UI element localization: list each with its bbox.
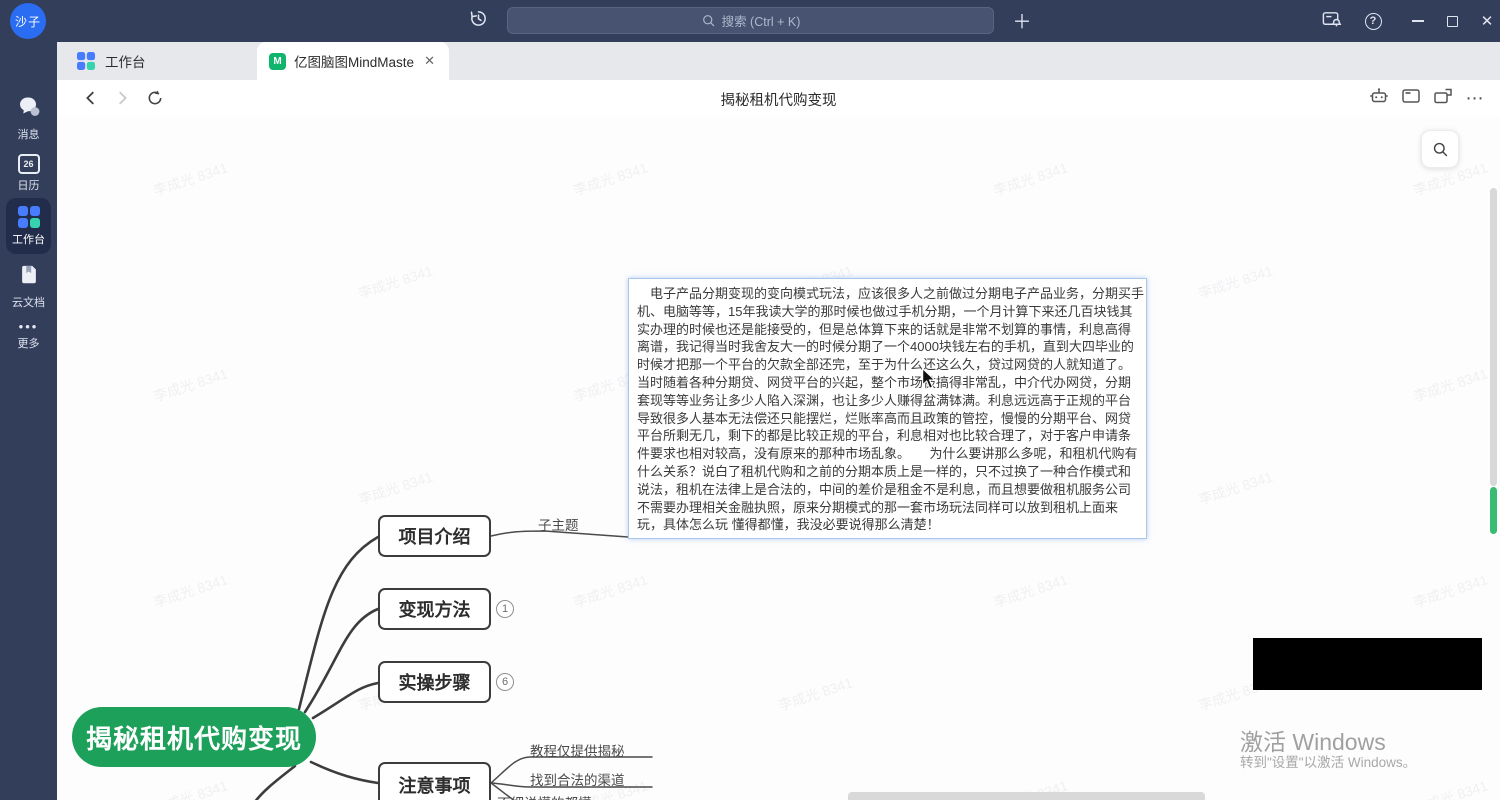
maximize-icon: [1447, 16, 1458, 27]
search-input[interactable]: 搜索 (Ctrl + K): [507, 7, 994, 34]
history-icon: [469, 9, 488, 33]
detail-line: 说法，租机在法律上是合法的，中间的差价是租金不是利息，而且想要做租机服务公司: [637, 481, 1138, 499]
sidebar: 消息 26 日历 工作台 云文档 ••• 更多: [0, 42, 57, 800]
vertical-scrollbar-thumb[interactable]: [1490, 188, 1497, 486]
app-window: 沙子 搜索 (Ctrl + K) ＋: [0, 0, 1500, 800]
detail-line: 导致很多人基本无法偿还只能摆烂，烂账率高而且政策的管控，慢慢的分期平台、网贷: [637, 410, 1138, 428]
detail-line: 玩，具体怎么玩 懂得都懂，我没必要说得那么清楚！: [637, 516, 1138, 534]
sidebar-item-calendar[interactable]: 26 日历: [0, 154, 57, 193]
detail-line: 平台所剩无几，剩下的都是比较正规的平台，利息相对也比较合理了，对于客户申请条: [637, 427, 1138, 445]
note-node[interactable]: 教程仅提供揭秘: [530, 740, 625, 760]
canvas-search-button[interactable]: [1421, 130, 1459, 168]
windows-activation-subtitle: 转到"设置"以激活 Windows。: [1240, 751, 1416, 771]
topic-node-notes[interactable]: 注意事项: [378, 762, 491, 800]
sidebar-item-clouddocs[interactable]: 云文档: [0, 264, 57, 310]
panel-bell-icon: [1321, 9, 1342, 34]
detail-line: 电子产品分期变现的变向模式玩法，应该很多人之前做过分期电子产品业务，分期买手: [637, 285, 1138, 303]
sidebar-item-label: 工作台: [12, 231, 45, 247]
detail-line: 机、电脑等等，15年我读大学的那时候也做过手机分期，一个月计算下来还几百块钱其: [637, 303, 1138, 321]
top-bar: 沙子 搜索 (Ctrl + K) ＋: [0, 0, 1500, 42]
tab-label: 工作台: [105, 51, 146, 71]
more-dots-icon: •••: [19, 322, 39, 332]
popout-button[interactable]: [1432, 87, 1454, 109]
search-icon: [1432, 141, 1449, 158]
workbench-notification-button[interactable]: [1318, 9, 1344, 33]
detail-line: 当时随着各种分期贷、网贷平台的兴起，整个市场被搞得非常乱，中介代办网贷，分期: [637, 374, 1138, 392]
robot-icon: [1368, 85, 1390, 112]
vertical-scrollbar-indicator[interactable]: [1490, 487, 1497, 534]
more-button[interactable]: ⋯: [1464, 87, 1486, 109]
help-button[interactable]: ?: [1362, 10, 1384, 32]
detail-text-node[interactable]: 电子产品分期变现的变向模式玩法，应该很多人之前做过分期电子产品业务，分期买手 机…: [628, 278, 1147, 539]
new-tab-button[interactable]: ＋: [1010, 8, 1034, 32]
sidebar-item-label: 更多: [18, 335, 40, 351]
detail-line: 什么关系？说白了租机代购和之前的分期本质上是一样的，只不过换了一种合作模式和: [637, 463, 1138, 481]
topic-node-steps[interactable]: 实操步骤: [378, 661, 491, 703]
detail-line: 实办理的时候也还是能接受的，但是总体算下来的话就是非常不划算的事情，利息高得: [637, 321, 1138, 339]
sidebar-item-label: 消息: [18, 126, 40, 142]
tab-label: 亿图脑图MindMaster: [294, 51, 414, 71]
mindmaster-icon: M: [269, 53, 286, 70]
ai-robot-button[interactable]: [1368, 87, 1390, 109]
note-node[interactable]: 找到合法的渠道: [530, 769, 625, 789]
page-title: 揭秘租机代购变现: [57, 89, 1500, 110]
tab-bar: 工作台 M 亿图脑图MindMaster ✕: [57, 42, 1500, 80]
tab-mindmaster[interactable]: M 亿图脑图MindMaster ✕: [257, 42, 449, 80]
horizontal-scrollbar-thumb[interactable]: [848, 792, 1205, 800]
collapse-badge[interactable]: 1: [496, 600, 514, 618]
chat-bubbles-icon: [16, 94, 42, 123]
help-icon: ?: [1365, 13, 1382, 30]
detail-line: 时候才把那一个平台的欠款全部还完，至于为什么还这么久，贷过网贷的人就知道了。: [637, 356, 1138, 374]
history-button[interactable]: [466, 9, 490, 33]
collapse-badge[interactable]: 6: [496, 673, 514, 691]
window-icon: [1400, 85, 1422, 112]
window-view-button[interactable]: [1400, 87, 1422, 109]
workbench-grid-icon: [77, 52, 95, 70]
detail-line: 不需要办理相关金融执照，原来分期模式的那一套市场玩法同样可以放到租机上面来: [637, 499, 1138, 517]
maximize-button[interactable]: [1441, 12, 1463, 30]
detail-line: 离谱，我记得当时我舍友大一的时候分期了一个4000块钱左右的手机，直到大四毕业的: [637, 338, 1138, 356]
document-toolbar: 揭秘租机代购变现: [57, 80, 1500, 116]
close-button[interactable]: ✕: [1475, 10, 1499, 32]
sidebar-item-messages[interactable]: 消息: [0, 94, 57, 142]
search-placeholder: 搜索 (Ctrl + K): [722, 11, 801, 30]
tab-close-icon[interactable]: ✕: [422, 51, 437, 71]
topic-node-intro[interactable]: 项目介绍: [378, 515, 491, 557]
calendar-icon: 26: [18, 154, 40, 174]
sidebar-item-label: 云文档: [12, 294, 45, 310]
popout-icon: [1432, 85, 1454, 112]
root-node[interactable]: 揭秘租机代购变现: [72, 707, 316, 767]
sidebar-item-more[interactable]: ••• 更多: [0, 322, 57, 351]
minimize-icon: [1412, 20, 1424, 22]
detail-line: 件要求也相对较高，没有原来的那种市场乱象。 为什么要讲那么多呢，和租机代购有: [637, 445, 1138, 463]
topic-node-monetize[interactable]: 变现方法: [378, 588, 491, 630]
sidebar-item-label: 日历: [18, 177, 40, 193]
workbench-grid-icon: [18, 206, 40, 228]
document-icon: [18, 264, 40, 291]
subtopic-node[interactable]: 子主题: [538, 514, 579, 534]
redaction-box: [1253, 638, 1482, 690]
note-node-clipped[interactable]: 不细说懂的都懂: [497, 792, 592, 800]
sidebar-item-workbench[interactable]: 工作台: [0, 206, 57, 247]
minimize-button[interactable]: [1407, 12, 1429, 30]
detail-line: 套现等等业务让多少人陷入深渊，也让多少人赚得盆满钵满。利息远远高于正规的平台: [637, 392, 1138, 410]
avatar[interactable]: 沙子: [10, 3, 46, 39]
tab-workbench[interactable]: 工作台: [63, 42, 253, 80]
search-icon: [701, 13, 716, 28]
